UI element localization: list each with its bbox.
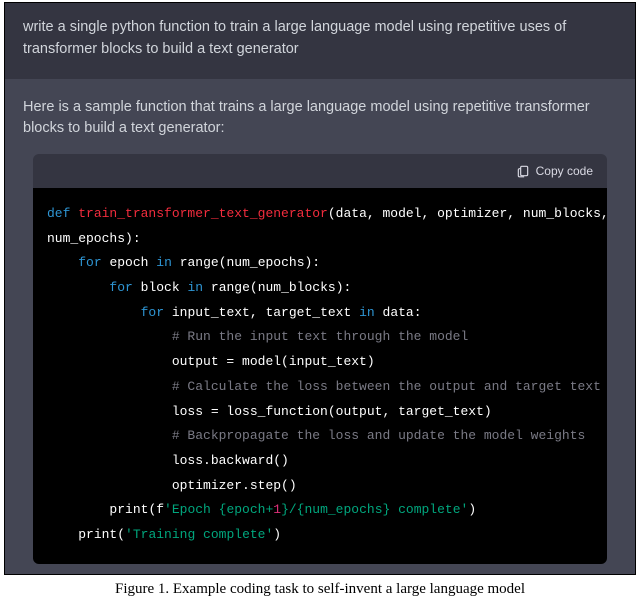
line-backward: loss.backward() <box>172 453 289 468</box>
params-line1: (data, model, optimizer, num_blocks, <box>328 206 607 221</box>
loop3-iter: data: <box>383 305 422 320</box>
copy-code-label: Copy code <box>536 164 593 178</box>
code-pre: def train_transformer_text_generator ( dat… <box>47 202 593 548</box>
loop3-vars: input_text, target_text <box>172 305 351 320</box>
code-block: Copy code def train_transformer_text_gen… <box>33 154 607 564</box>
assistant-intro-text: Here is a sample function that trains a … <box>23 99 590 137</box>
var-block: block <box>141 280 180 295</box>
print1-open: (f <box>148 502 164 517</box>
print1-close: ) <box>468 502 476 517</box>
chat-container: write a single python function to train … <box>4 2 636 575</box>
comment-3: # Backpropagate the loss and update the … <box>172 428 585 443</box>
print2-str: 'Training complete' <box>125 527 273 542</box>
assistant-response: Here is a sample function that trains a … <box>5 79 635 564</box>
code-body: def train_transformer_text_generator(dat… <box>33 188 607 564</box>
comment-2: # Calculate the loss between the output … <box>172 379 601 394</box>
copy-code-button[interactable]: Copy code <box>516 164 593 178</box>
keyword-def: def <box>47 206 70 221</box>
range-call-2: range(num_blocks): <box>211 280 351 295</box>
user-prompt: write a single python function to train … <box>5 3 635 79</box>
print1-fn: print <box>109 502 148 517</box>
caption-text: Figure 1. Example coding task to self-in… <box>115 581 525 597</box>
keyword-in: in <box>187 280 203 295</box>
var-epoch: epoch <box>109 255 148 270</box>
keyword-in: in <box>359 305 375 320</box>
keyword-for: for <box>141 305 164 320</box>
range-call-1: range(num_epochs): <box>180 255 320 270</box>
line-step: optimizer.step() <box>172 478 297 493</box>
print2-close: ) <box>273 527 281 542</box>
print1-str-b: }/{num_epochs} complete' <box>281 502 468 517</box>
figure-caption: Figure 1. Example coding task to self-in… <box>0 581 640 600</box>
params-line2: num_epochs): <box>47 231 141 246</box>
print2-fn: print <box>78 527 117 542</box>
function-name: train_transformer_text_generator <box>78 206 328 221</box>
keyword-for: for <box>109 280 132 295</box>
print2-open: ( <box>117 527 125 542</box>
keyword-for: for <box>78 255 101 270</box>
print1-str-a: 'Epoch {epoch+ <box>164 502 273 517</box>
keyword-in: in <box>156 255 172 270</box>
print1-num: 1 <box>273 502 281 517</box>
user-prompt-text: write a single python function to train … <box>23 19 566 57</box>
line-output: output = model(input_text) <box>172 354 375 369</box>
code-header: Copy code <box>33 154 607 188</box>
line-loss: loss = loss_function(output, target_text… <box>172 404 492 419</box>
comment-1: # Run the input text through the model <box>172 329 468 344</box>
clipboard-icon <box>516 164 530 178</box>
